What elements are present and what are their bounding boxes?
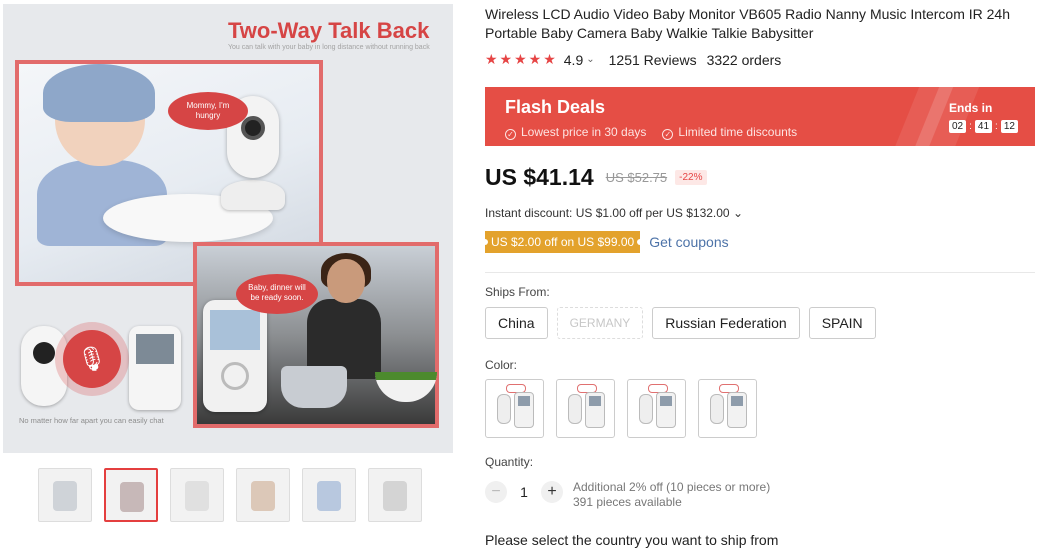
original-price: US $52.75 [605,170,668,185]
hero-subtitle: You can talk with your baby in long dist… [228,44,430,51]
reviews-link[interactable]: 1251 Reviews [609,52,697,68]
pieces-available: 391 pieces available [573,495,682,509]
quantity-info: Additional 2% off (10 pieces or more) 39… [573,480,770,510]
speech-bubble-baby: Mommy, I'm hungry [168,92,248,130]
thumbnail-strip [38,468,422,522]
flash-deals-title: Flash Deals [505,97,606,117]
quantity-stepper: − 1 + Additional 2% off (10 pieces or mo… [485,480,770,510]
hero-title: Two-Way Talk Back [228,18,430,43]
color-swatch-3[interactable] [627,379,686,438]
color-swatch-4[interactable] [698,379,757,438]
product-main-image[interactable]: Two-Way Talk Back You can talk with your… [3,4,453,453]
color-label: Color: [485,358,518,372]
parent-unit-illustration [203,300,267,412]
rating-row: ★★★★★ 4.9 ⌄ 1251 Reviews 3322 orders [485,51,1035,68]
speech-bubble-mother: Baby, dinner will be ready soon. [236,274,318,314]
thumbnail-3[interactable] [170,468,224,522]
product-title: Wireless LCD Audio Video Baby Monitor VB… [485,6,1010,41]
countdown-timer: 02 : 41 : 12 [949,120,1018,133]
flash-tag-limited-time: Limited time discounts [678,125,798,139]
timer-separator: : [995,121,998,132]
ends-in-label: Ends in [949,101,993,115]
hero-caption: No matter how far apart you can easily c… [19,416,164,425]
color-options [485,379,757,438]
bulk-discount-note: Additional 2% off (10 pieces or more) [573,480,771,494]
timer-separator: : [969,121,972,132]
color-swatch-2[interactable] [556,379,615,438]
timer-hours: 02 [949,120,967,133]
flash-tag-lowest-price: Lowest price in 30 days [521,125,647,139]
quantity-label: Quantity: [485,455,534,469]
discount-badge: -22% [675,170,707,185]
increase-button[interactable]: + [541,481,563,503]
thumbnail-6[interactable] [368,468,422,522]
star-rating-icon: ★★★★★ [485,51,558,67]
quantity-value[interactable]: 1 [507,481,541,503]
price-row: US $41.14 US $52.75 -22% [485,164,707,191]
mini-camera-illustration [21,326,67,406]
chevron-down-icon[interactable]: ⌄ [586,54,594,65]
instant-discount[interactable]: Instant discount: US $1.00 off per US $1… [485,206,743,220]
divider [485,272,1035,273]
ship-country-note: Please select the country you want to sh… [485,532,779,548]
thumbnail-1[interactable] [38,468,92,522]
ships-from-options: China GERMANY Russian Federation SPAIN [485,307,876,339]
check-circle-icon: ✓ [662,129,674,140]
flash-deals-banner: Flash Deals ✓ Lowest price in 30 days ✓ Li… [485,87,1035,146]
check-circle-icon: ✓ [505,129,516,140]
microphone-icon: 🎙 [63,330,121,388]
mini-handset-illustration [129,326,181,410]
timer-minutes: 41 [974,120,993,133]
current-price: US $41.14 [485,164,594,190]
product-info: Wireless LCD Audio Video Baby Monitor VB… [481,5,1035,548]
thumbnail-5[interactable] [302,468,356,522]
ship-option-germany: GERMANY [556,307,644,339]
ships-from-label: Ships From: [485,285,550,299]
ship-option-china[interactable]: China [485,307,548,339]
rating-value[interactable]: 4.9 [564,52,583,68]
coupon-row: US $2.00 off on US $99.00 Get coupons [481,231,729,253]
thumbnail-4[interactable] [236,468,290,522]
color-swatch-1[interactable] [485,379,544,438]
timer-seconds: 12 [1000,120,1018,133]
mother-illustration [303,253,383,379]
pot-illustration [281,366,347,408]
orders-count: 3322 orders [706,51,782,68]
decrease-button[interactable]: − [485,481,507,503]
get-coupons-link[interactable]: Get coupons [649,234,728,250]
flash-tags: ✓ Lowest price in 30 days ✓ Limited time d… [505,125,797,140]
ship-option-spain[interactable]: SPAIN [808,307,876,339]
ship-option-russia[interactable]: Russian Federation [652,307,800,339]
coupon-badge[interactable]: US $2.00 off on US $99.00 [481,231,644,253]
thumbnail-2[interactable] [104,468,158,522]
